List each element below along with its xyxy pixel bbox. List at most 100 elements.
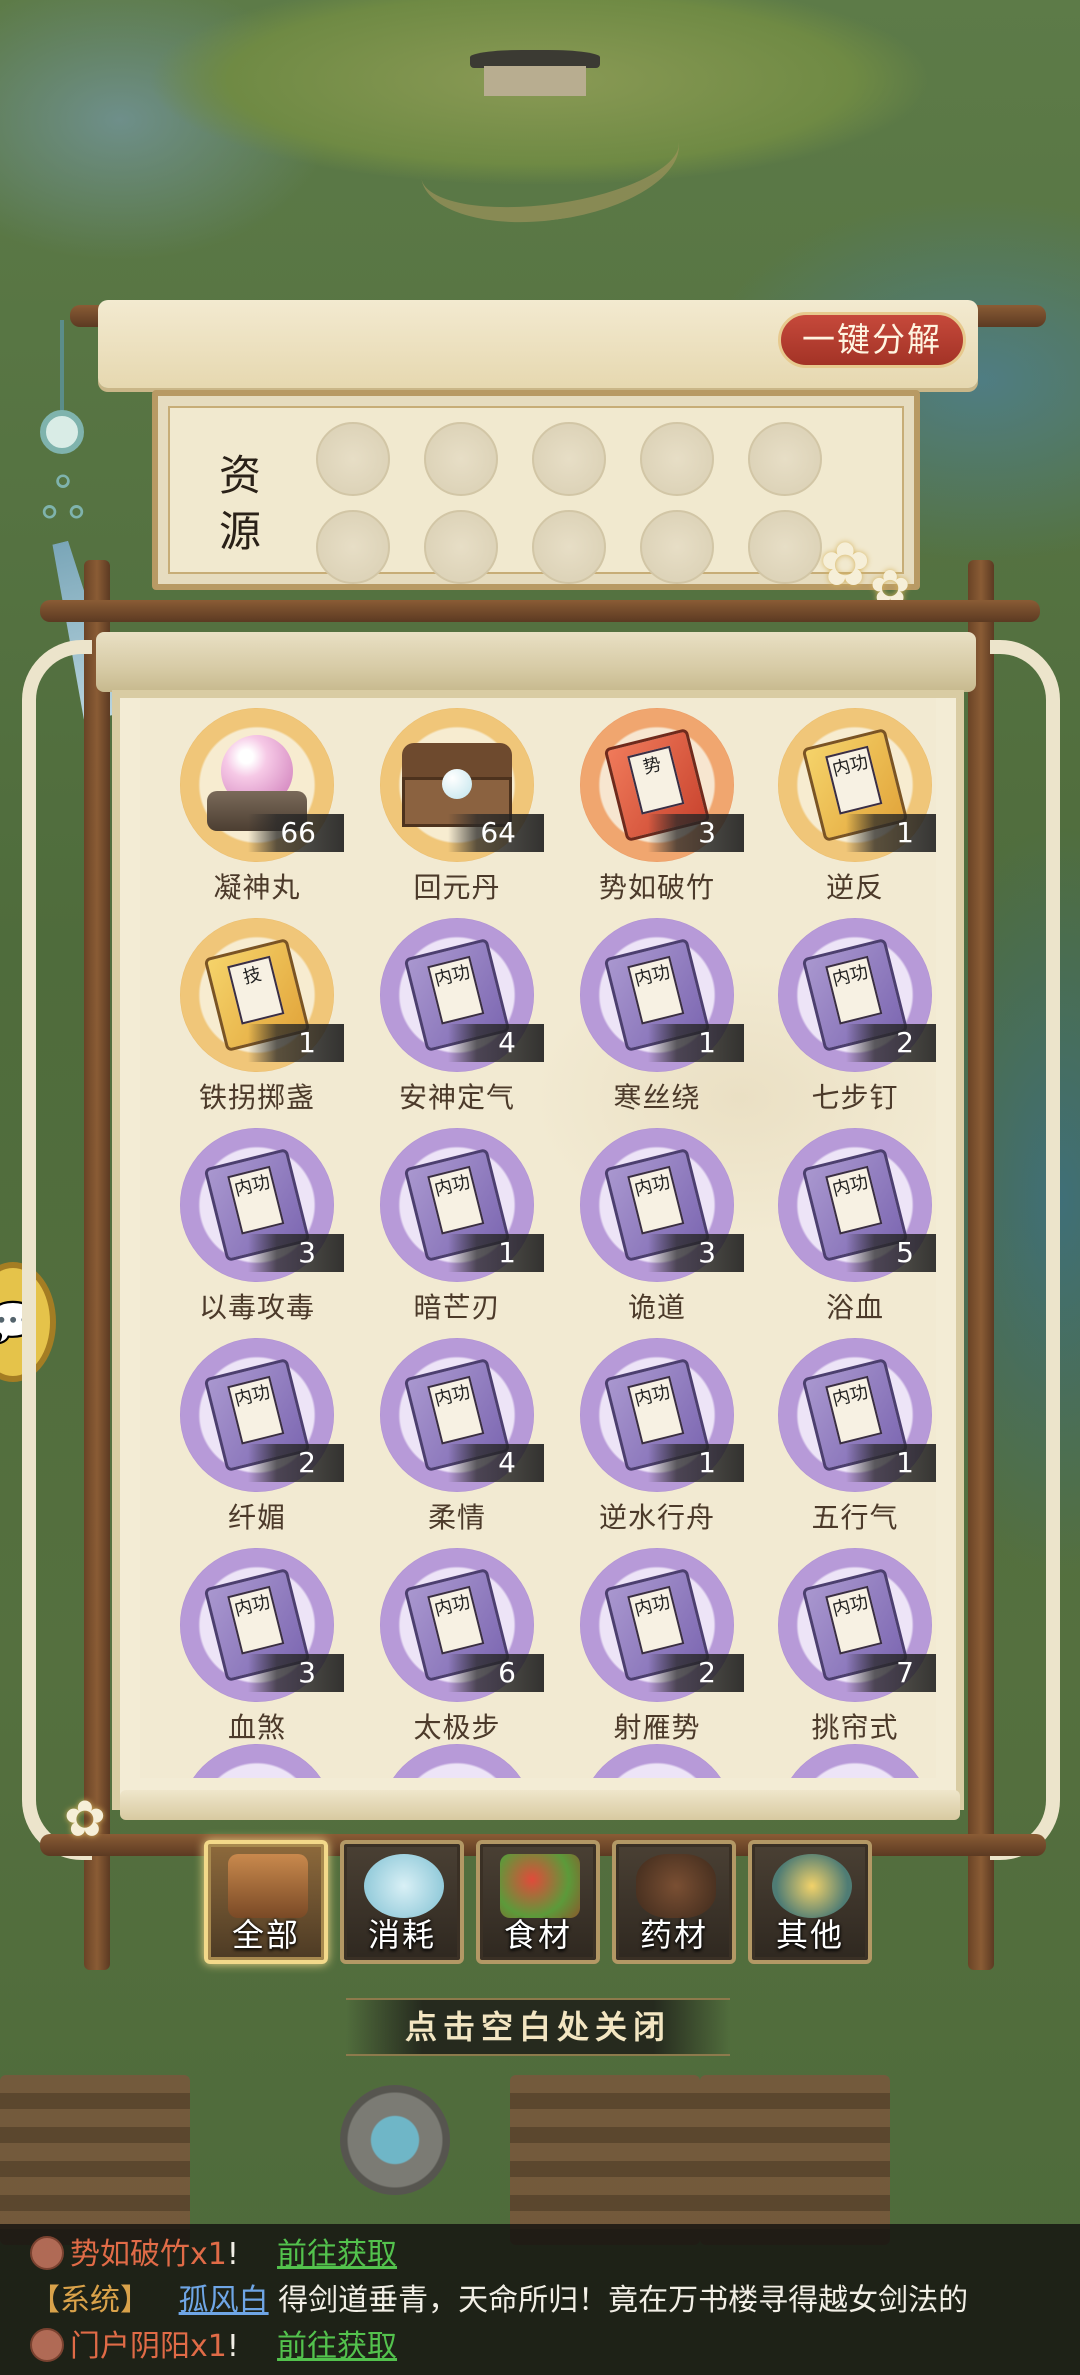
item-count: 1 <box>648 1024 744 1062</box>
resource-slot[interactable] <box>316 510 390 584</box>
resource-slot[interactable] <box>424 422 498 496</box>
inventory-item-partial[interactable] <box>540 1744 740 1778</box>
resource-slot[interactable] <box>532 510 606 584</box>
tab-all[interactable]: 全部 <box>204 1840 328 1964</box>
white-flower-decoration: ✿ <box>820 530 871 600</box>
item-name: 逆水行舟 <box>598 1501 715 1534</box>
scroll-bottom-roll <box>120 1790 960 1820</box>
inventory-item[interactable]: 66 凝神丸 <box>140 708 344 908</box>
player-name-link[interactable]: 孤风白 <box>179 2283 269 2318</box>
tab-label: 药材 <box>639 1916 708 1954</box>
manual-stamp: 内功 <box>627 1585 685 1655</box>
item-name: 凝神丸 <box>213 871 301 904</box>
item-name: 寒丝绕 <box>613 1081 701 1114</box>
chat-feed[interactable]: 势如破竹x1! 前往获取 【系统】 孤风白 得剑道垂青，天命所归！竟在万书楼寻得… <box>0 2224 1080 2375</box>
go-obtain-link[interactable]: 前往获取 <box>277 2329 397 2364</box>
manual-stamp: 技 <box>227 955 285 1025</box>
item-name: 以毒攻毒 <box>198 1291 315 1324</box>
item-name: 逆反 <box>825 871 884 904</box>
inventory-item[interactable]: 势 3 势如破竹 <box>540 708 744 908</box>
manual-stamp: 内功 <box>427 1375 485 1445</box>
item-name: 太极步 <box>413 1711 501 1744</box>
resource-slot[interactable] <box>532 422 606 496</box>
inventory-item[interactable]: 内功 5 浴血 <box>738 1128 936 1328</box>
item-count: 1 <box>448 1234 544 1272</box>
manual-stamp: 内功 <box>627 1375 685 1445</box>
purple-manual-icon <box>580 1744 734 1778</box>
item-count: 1 <box>846 1444 936 1482</box>
inventory-item[interactable]: 内功 1 逆反 <box>738 708 936 908</box>
inventory-scroll[interactable]: 66 凝神丸 64 回元丹势 3 势如破竹 内功 1 逆反技 1 铁拐掷盏 内功 4 安神定气 内功 1 寒丝绕… <box>112 690 964 1810</box>
tab-label: 消耗 <box>367 1916 436 1954</box>
inventory-item[interactable]: 64 回元丹 <box>340 708 544 908</box>
item-name: 射雁势 <box>613 1711 701 1744</box>
item-count: 7 <box>846 1654 936 1692</box>
inventory-item[interactable]: 内功 1 逆水行舟 <box>540 1338 744 1538</box>
herb-pot-icon <box>636 1854 716 1918</box>
resource-slot[interactable] <box>316 422 390 496</box>
inventory-item[interactable]: 内功 6 太极步 <box>340 1548 544 1748</box>
item-count: 4 <box>448 1024 544 1062</box>
manual-stamp: 内功 <box>825 1585 883 1655</box>
item-count: 4 <box>448 1444 544 1482</box>
manual-stamp: 内功 <box>825 1165 883 1235</box>
inventory-item-partial[interactable] <box>738 1744 936 1778</box>
item-name: 铁拐掷盏 <box>198 1081 315 1114</box>
inventory-item[interactable]: 内功 3 以毒攻毒 <box>140 1128 344 1328</box>
inventory-item[interactable]: 内功 2 射雁势 <box>540 1548 744 1748</box>
tab-ingredients[interactable]: 食材 <box>476 1840 600 1964</box>
resource-slot[interactable] <box>424 510 498 584</box>
inventory-item-partial[interactable] <box>140 1744 340 1778</box>
avatar-icon <box>30 2328 64 2362</box>
item-name: 五行气 <box>811 1501 899 1534</box>
item-count: 3 <box>648 1234 744 1272</box>
chat-line: 门户阴阳x1! 前往获取 <box>30 2326 1080 2372</box>
gold-ingot-icon <box>772 1854 852 1918</box>
temple-building <box>470 50 600 100</box>
tab-other[interactable]: 其他 <box>748 1840 872 1964</box>
tab-label: 全部 <box>231 1916 300 1954</box>
inventory-item[interactable]: 内功 3 血煞 <box>140 1548 344 1748</box>
avatar-icon <box>30 2236 64 2270</box>
item-count: 1 <box>248 1024 344 1062</box>
item-name: 回元丹 <box>413 871 501 904</box>
resource-label: 资 源 <box>218 451 261 556</box>
tab-consumables[interactable]: 消耗 <box>340 1840 464 1964</box>
chat-separator: ! <box>226 2237 239 2272</box>
chat-line: 【系统】 孤风白 得剑道垂青，天命所归！竟在万书楼寻得越女剑法的 <box>30 2280 1080 2326</box>
item-count: 5 <box>846 1234 936 1272</box>
inventory-grid-viewport[interactable]: 66 凝神丸 64 回元丹势 3 势如破竹 内功 1 逆反技 1 铁拐掷盏 内功 4 安神定气 内功 1 寒丝绕… <box>140 698 936 1778</box>
chat-separator: ! <box>226 2329 239 2364</box>
resource-slot[interactable] <box>748 510 822 584</box>
right-cloth-drape <box>990 640 1060 1860</box>
item-count: 64 <box>448 814 544 852</box>
resource-panel: 资 源 <box>152 390 920 590</box>
inventory-item[interactable]: 内功 1 暗芒刃 <box>340 1128 544 1328</box>
tab-herbs[interactable]: 药材 <box>612 1840 736 1964</box>
resource-slot[interactable] <box>640 510 714 584</box>
inventory-item-partial[interactable] <box>340 1744 540 1778</box>
manual-stamp: 内功 <box>427 955 485 1025</box>
manual-stamp: 内功 <box>427 1165 485 1235</box>
inventory-item[interactable]: 内功 2 纤媚 <box>140 1338 344 1538</box>
inventory-item[interactable]: 内功 1 五行气 <box>738 1338 936 1538</box>
resource-slot[interactable] <box>748 422 822 496</box>
inventory-item[interactable]: 内功 1 寒丝绕 <box>540 918 744 1118</box>
go-obtain-link[interactable]: 前往获取 <box>277 2237 397 2272</box>
scroll-top-roll <box>96 632 976 692</box>
inventory-item[interactable]: 内功 7 挑帘式 <box>738 1548 936 1748</box>
inventory-item[interactable]: 内功 2 七步钉 <box>738 918 936 1118</box>
chat-message-text: 得剑道垂青，天命所归！竟在万书楼寻得越女剑法的 <box>278 2283 969 2318</box>
tab-label: 食材 <box>503 1916 572 1954</box>
purple-manual-icon <box>180 1744 334 1778</box>
resource-slot[interactable] <box>640 422 714 496</box>
inventory-item[interactable]: 内功 4 安神定气 <box>340 918 544 1118</box>
inventory-item[interactable]: 内功 4 柔情 <box>340 1338 544 1538</box>
close-hint[interactable]: 点击空白处关闭 <box>346 1998 730 2056</box>
one-click-decompose-button[interactable]: 一键分解 <box>778 312 966 368</box>
item-count: 6 <box>448 1654 544 1692</box>
manual-stamp: 内功 <box>227 1165 285 1235</box>
inventory-item[interactable]: 技 1 铁拐掷盏 <box>140 918 344 1118</box>
manual-stamp: 内功 <box>227 1375 285 1445</box>
inventory-item[interactable]: 内功 3 诡道 <box>540 1128 744 1328</box>
